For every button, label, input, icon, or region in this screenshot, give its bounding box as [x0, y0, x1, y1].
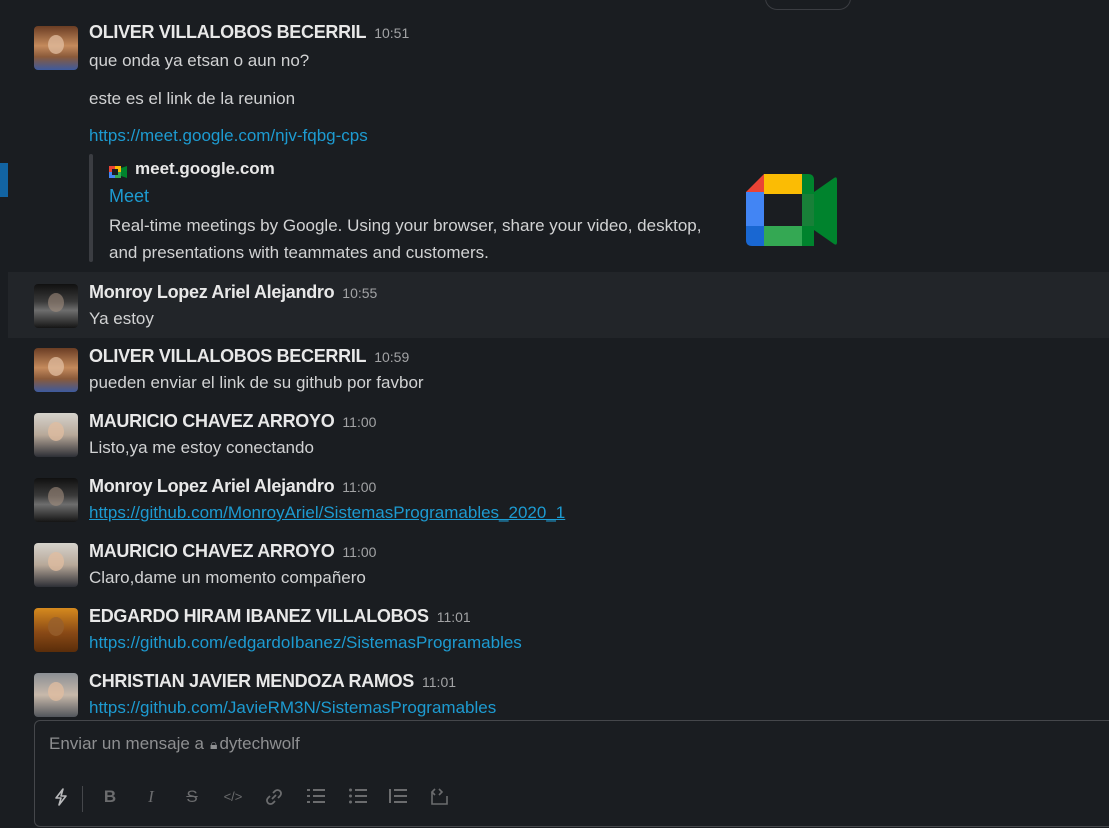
avatar[interactable]: [34, 673, 78, 717]
active-channel-indicator: [0, 163, 8, 197]
channel-name: dytechwolf: [219, 734, 300, 753]
code-icon[interactable]: </>: [221, 783, 245, 811]
message: EDGARDO HIRAM IBANEZ VILLALOBOS 11:01 htt…: [8, 606, 1109, 662]
link-preview: meet.google.com Meet Real-time meetings …: [89, 154, 849, 264]
code-block-icon[interactable]: [427, 783, 451, 811]
avatar[interactable]: [34, 543, 78, 587]
github-link[interactable]: https://github.com/MonroyAriel/SistemasP…: [89, 503, 565, 522]
message-sender[interactable]: MAURICIO CHAVEZ ARROYO 11:00: [89, 541, 376, 562]
message-timestamp[interactable]: 11:01: [422, 674, 456, 690]
message-text: https://github.com/JavieRM3N/SistemasPro…: [89, 698, 496, 718]
sender-name[interactable]: Monroy Lopez Ariel Alejandro: [89, 282, 335, 302]
message-timestamp[interactable]: 11:00: [342, 544, 376, 560]
avatar[interactable]: [34, 284, 78, 328]
avatar[interactable]: [34, 413, 78, 457]
message-text: https://github.com/MonroyAriel/SistemasP…: [89, 503, 565, 523]
message-timestamp[interactable]: 11:01: [437, 609, 471, 625]
message-sender[interactable]: Monroy Lopez Ariel Alejandro 10:55: [89, 282, 377, 303]
lock-icon: 🔒︎: [209, 736, 218, 752]
preview-site[interactable]: meet.google.com: [109, 159, 275, 179]
message-sender[interactable]: OLIVER VILLALOBOS BECERRIL 10:51: [89, 22, 409, 43]
sender-name[interactable]: OLIVER VILLALOBOS BECERRIL: [89, 346, 367, 366]
toolbar-separator: [82, 786, 83, 812]
message: MAURICIO CHAVEZ ARROYO 11:00 Listo,ya me …: [8, 411, 1109, 467]
avatar[interactable]: [34, 608, 78, 652]
italic-icon[interactable]: I: [139, 783, 163, 811]
message-text: https://github.com/edgardoIbanez/Sistema…: [89, 633, 522, 653]
message-sender[interactable]: EDGARDO HIRAM IBANEZ VILLALOBOS 11:01: [89, 606, 471, 627]
message-text: Claro,dame un momento compañero: [89, 568, 366, 587]
bold-icon[interactable]: B: [98, 783, 122, 811]
message-text: que onda ya etsan o aun no?: [89, 51, 310, 70]
sender-name[interactable]: MAURICIO CHAVEZ ARROYO: [89, 541, 335, 561]
google-meet-icon: [109, 163, 127, 178]
placeholder-prefix: Enviar un mensaje a: [49, 734, 204, 753]
message-list: OLIVER VILLALOBOS BECERRIL 10:51 que onda…: [8, 0, 1109, 720]
preview-border: [89, 154, 93, 262]
sender-name[interactable]: EDGARDO HIRAM IBANEZ VILLALOBOS: [89, 606, 429, 626]
message-composer[interactable]: Enviar un mensaje a 🔒︎ dytechwolf B I S </…: [34, 720, 1109, 827]
sender-name[interactable]: Monroy Lopez Ariel Alejandro: [89, 476, 335, 496]
preview-title[interactable]: Meet: [109, 186, 149, 207]
sender-name[interactable]: CHRISTIAN JAVIER MENDOZA RAMOS: [89, 671, 414, 691]
message-sender[interactable]: CHRISTIAN JAVIER MENDOZA RAMOS 11:01: [89, 671, 456, 692]
bulleted-list-icon[interactable]: [346, 783, 370, 811]
message-text: https://meet.google.com/njv-fqbg-cps: [89, 126, 368, 146]
message-timestamp[interactable]: 11:00: [342, 414, 376, 430]
sender-name[interactable]: OLIVER VILLALOBOS BECERRIL: [89, 22, 367, 42]
message: MAURICIO CHAVEZ ARROYO 11:00 Claro,dame u…: [8, 541, 1109, 597]
message-sender[interactable]: OLIVER VILLALOBOS BECERRIL 10:59: [89, 346, 409, 367]
blockquote-icon[interactable]: [386, 783, 410, 811]
message-timestamp[interactable]: 11:00: [342, 479, 376, 495]
composer-input[interactable]: Enviar un mensaje a 🔒︎ dytechwolf: [49, 734, 300, 754]
message-text: pueden enviar el link de su github por f…: [89, 373, 424, 392]
strikethrough-icon[interactable]: S: [180, 783, 204, 811]
preview-site-name: meet.google.com: [135, 159, 275, 178]
avatar[interactable]: [34, 478, 78, 522]
message-timestamp[interactable]: 10:51: [374, 25, 409, 41]
message-text: este es el link de la reunion: [89, 89, 296, 108]
message-text: Listo,ya me estoy conectando: [89, 438, 314, 457]
avatar[interactable]: [34, 348, 78, 392]
ordered-list-icon[interactable]: [304, 783, 328, 811]
message-sender[interactable]: MAURICIO CHAVEZ ARROYO 11:00: [89, 411, 376, 432]
message-timestamp[interactable]: 10:59: [374, 349, 409, 365]
message-sender[interactable]: Monroy Lopez Ariel Alejandro 11:00: [89, 476, 376, 497]
message: OLIVER VILLALOBOS BECERRIL 10:59 pueden e…: [8, 346, 1109, 402]
message: Monroy Lopez Ariel Alejandro 11:00 https:…: [8, 476, 1109, 532]
formatting-toolbar: B I S </>: [35, 783, 635, 813]
message-text: Ya estoy: [89, 309, 154, 328]
github-link[interactable]: https://github.com/edgardoIbanez/Sistema…: [89, 633, 522, 652]
github-link[interactable]: https://github.com/JavieRM3N/SistemasPro…: [89, 698, 496, 717]
shortcuts-icon[interactable]: [49, 783, 73, 811]
sender-name[interactable]: MAURICIO CHAVEZ ARROYO: [89, 411, 335, 431]
message-timestamp[interactable]: 10:55: [342, 285, 377, 301]
message: Monroy Lopez Ariel Alejandro 10:55 Ya est…: [8, 272, 1109, 338]
meet-link[interactable]: https://meet.google.com/njv-fqbg-cps: [89, 126, 368, 145]
message: CHRISTIAN JAVIER MENDOZA RAMOS 11:01 http…: [8, 671, 1109, 720]
google-meet-logo[interactable]: [744, 172, 838, 250]
preview-description: Real-time meetings by Google. Using your…: [109, 216, 702, 262]
link-icon[interactable]: [262, 783, 286, 811]
avatar[interactable]: [34, 26, 78, 70]
